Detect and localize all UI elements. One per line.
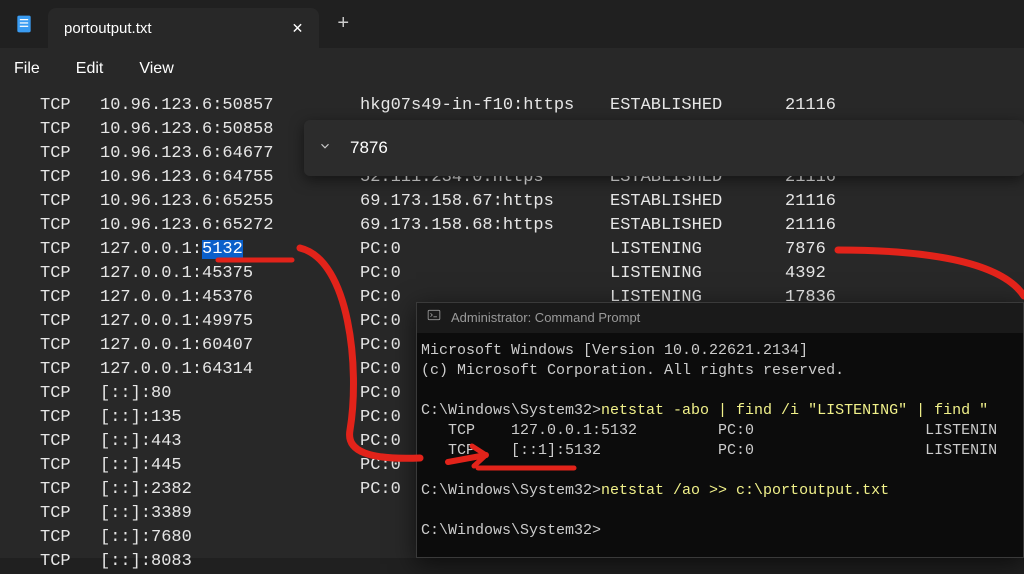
local-address-cell: 127.0.0.1:49975 xyxy=(100,310,360,334)
remote-address-cell: 69.173.158.67:https xyxy=(360,190,610,214)
proto-cell: TCP xyxy=(0,286,100,310)
proto-cell: TCP xyxy=(0,190,100,214)
remote-address-cell: PC:0 xyxy=(360,238,610,262)
local-address-cell: 127.0.0.1:45375 xyxy=(100,262,360,286)
table-row: TCP127.0.0.1:5132PC:0LISTENING7876 xyxy=(0,238,1024,262)
pid-cell: 7876 xyxy=(785,238,875,262)
proto-cell: TCP xyxy=(0,94,100,118)
proto-cell: TCP xyxy=(0,358,100,382)
proto-cell: TCP xyxy=(0,454,100,478)
new-tab-button[interactable]: + xyxy=(319,13,367,36)
state-cell: ESTABLISHED xyxy=(610,214,785,238)
proto-cell: TCP xyxy=(0,262,100,286)
local-address-cell: 127.0.0.1:60407 xyxy=(100,334,360,358)
cmd-banner-2: (c) Microsoft Corporation. All rights re… xyxy=(421,362,844,379)
find-bar xyxy=(304,120,1024,176)
local-address-cell: [::]:445 xyxy=(100,454,360,478)
command-prompt-title: Administrator: Command Prompt xyxy=(451,308,640,328)
proto-cell: TCP xyxy=(0,430,100,454)
state-cell: ESTABLISHED xyxy=(610,190,785,214)
cmd-prompt-3: C:\Windows\System32> xyxy=(421,522,601,539)
proto-cell: TCP xyxy=(0,406,100,430)
proto-cell: TCP xyxy=(0,166,100,190)
local-address-cell: [::]:2382 xyxy=(100,478,360,502)
proto-cell: TCP xyxy=(0,382,100,406)
cmd-input-2: netstat /ao >> c:\portoutput.txt xyxy=(601,482,889,499)
proto-cell: TCP xyxy=(0,142,100,166)
proto-cell: TCP xyxy=(0,478,100,502)
pid-cell: 21116 xyxy=(785,214,875,238)
remote-address-cell: PC:0 xyxy=(360,262,610,286)
proto-cell: TCP xyxy=(0,526,100,550)
remote-address-cell: hkg07s49-in-f10:https xyxy=(360,94,610,118)
cmd-input-1: netstat -abo | find /i "LISTENING" | fin… xyxy=(601,402,988,419)
tab-active[interactable]: portoutput.txt ✕ xyxy=(48,8,319,48)
pid-cell: 21116 xyxy=(785,190,875,214)
proto-cell: TCP xyxy=(0,334,100,358)
menu-bar: File Edit View xyxy=(0,48,1024,90)
proto-cell: TCP xyxy=(0,118,100,142)
tab-title: portoutput.txt xyxy=(64,20,152,37)
cmd-prompt-1: C:\Windows\System32> xyxy=(421,402,601,419)
remote-address-cell: 69.173.158.68:https xyxy=(360,214,610,238)
table-row: TCP10.96.123.6:6525569.173.158.67:httpsE… xyxy=(0,190,1024,214)
find-input[interactable] xyxy=(350,138,610,158)
table-row: TCP10.96.123.6:6527269.173.158.68:httpsE… xyxy=(0,214,1024,238)
command-prompt-body[interactable]: Microsoft Windows [Version 10.0.22621.21… xyxy=(417,333,1023,541)
close-tab-icon[interactable]: ✕ xyxy=(292,20,304,37)
command-prompt-titlebar[interactable]: Administrator: Command Prompt xyxy=(417,303,1023,333)
local-address-cell: [::]:443 xyxy=(100,430,360,454)
table-row: TCP127.0.0.1:45375PC:0LISTENING4392 xyxy=(0,262,1024,286)
local-address-cell: 10.96.123.6:65272 xyxy=(100,214,360,238)
cmd-banner-1: Microsoft Windows [Version 10.0.22621.21… xyxy=(421,342,808,359)
tab-bar: portoutput.txt ✕ + xyxy=(0,0,1024,48)
proto-cell: TCP xyxy=(0,238,100,262)
menu-edit[interactable]: Edit xyxy=(76,60,104,78)
selected-text: 5132 xyxy=(202,240,243,259)
menu-view[interactable]: View xyxy=(139,60,173,78)
proto-cell: TCP xyxy=(0,550,100,574)
proto-cell: TCP xyxy=(0,502,100,526)
state-cell: ESTABLISHED xyxy=(610,94,785,118)
notepad-app-icon xyxy=(0,14,48,34)
local-address-cell: [::]:135 xyxy=(100,406,360,430)
proto-cell: TCP xyxy=(0,310,100,334)
pid-cell: 21116 xyxy=(785,94,875,118)
local-address-cell: 10.96.123.6:65255 xyxy=(100,190,360,214)
cmd-output-line-2: TCP [::1]:5132 PC:0 LISTENIN xyxy=(421,442,997,459)
menu-file[interactable]: File xyxy=(14,60,40,78)
local-address-cell: 10.96.123.6:50857 xyxy=(100,94,360,118)
local-address-cell: 127.0.0.1:5132 xyxy=(100,238,360,262)
cmd-output-line-1: TCP 127.0.0.1:5132 PC:0 LISTENIN xyxy=(421,422,997,439)
proto-cell: TCP xyxy=(0,214,100,238)
chevron-down-icon[interactable] xyxy=(318,139,332,158)
local-address-cell: [::]:8083 xyxy=(100,550,360,574)
local-address-cell: [::]:3389 xyxy=(100,502,360,526)
state-cell: LISTENING xyxy=(610,238,785,262)
state-cell: LISTENING xyxy=(610,262,785,286)
local-address-cell: 127.0.0.1:64314 xyxy=(100,358,360,382)
command-prompt-icon xyxy=(427,308,441,328)
local-address-cell: [::]:7680 xyxy=(100,526,360,550)
pid-cell: 4392 xyxy=(785,262,875,286)
local-address-cell: 127.0.0.1:45376 xyxy=(100,286,360,310)
command-prompt-window[interactable]: Administrator: Command Prompt Microsoft … xyxy=(416,302,1024,558)
table-row: TCP10.96.123.6:50857hkg07s49-in-f10:http… xyxy=(0,94,1024,118)
cmd-prompt-2: C:\Windows\System32> xyxy=(421,482,601,499)
local-address-cell: [::]:80 xyxy=(100,382,360,406)
